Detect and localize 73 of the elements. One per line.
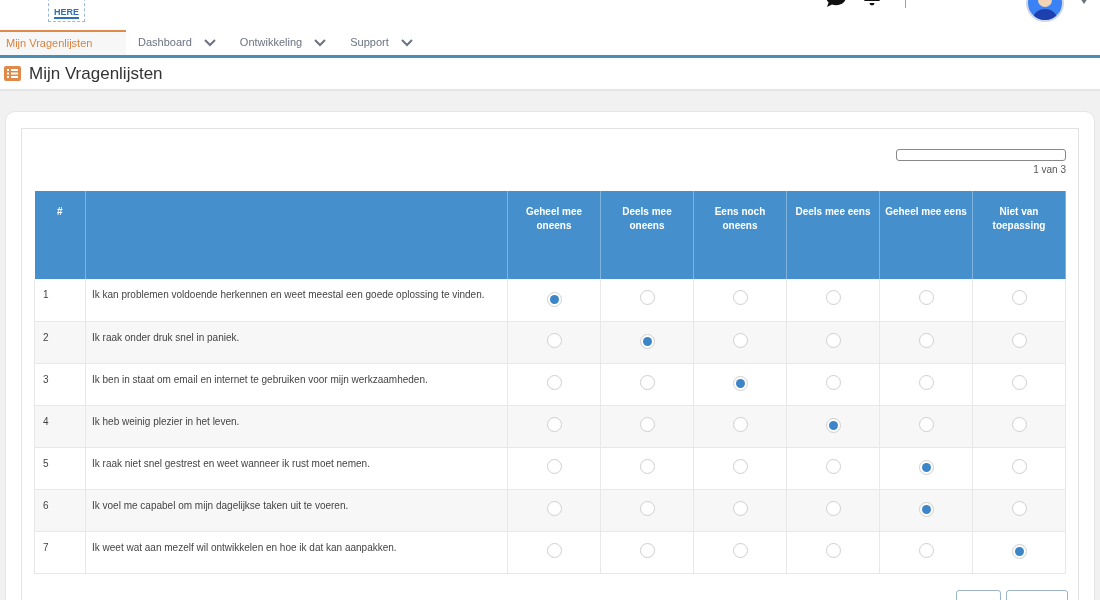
radio-button[interactable] bbox=[546, 291, 562, 307]
radio-button[interactable] bbox=[546, 500, 562, 516]
radio-button[interactable] bbox=[639, 416, 655, 432]
nav-tab[interactable]: Support bbox=[344, 30, 419, 55]
nav-tab[interactable]: Ontwikkeling bbox=[233, 30, 333, 55]
column-header: Deels mee oneens bbox=[622, 206, 672, 231]
radio-button[interactable] bbox=[1011, 416, 1027, 432]
radio-button[interactable] bbox=[1011, 290, 1027, 306]
radio-button[interactable] bbox=[918, 290, 934, 306]
radio-button[interactable] bbox=[639, 458, 655, 474]
row-number: 5 bbox=[43, 457, 49, 469]
radio-button[interactable] bbox=[546, 374, 562, 390]
radio-button[interactable] bbox=[918, 502, 934, 517]
radio-button[interactable] bbox=[825, 500, 841, 516]
radio-button[interactable] bbox=[918, 542, 934, 558]
radio-button[interactable] bbox=[732, 500, 748, 516]
question-text: Ik kan problemen voldoende herkennen en weet meestal een goede oplossing te vinden. bbox=[92, 289, 485, 300]
radio-button[interactable] bbox=[1011, 374, 1027, 390]
radio-button[interactable] bbox=[918, 460, 934, 475]
row-number: 7 bbox=[43, 541, 49, 553]
radio-button[interactable] bbox=[825, 332, 841, 348]
question-text: Ik heb weinig plezier in het leven. bbox=[92, 415, 240, 427]
row-number: 1 bbox=[43, 289, 49, 300]
chevron-down-icon bbox=[203, 38, 216, 47]
radio-button[interactable] bbox=[825, 418, 841, 433]
radio-button[interactable] bbox=[732, 416, 748, 432]
column-header: Geheel mee oneens bbox=[525, 206, 583, 231]
radio-button[interactable] bbox=[546, 332, 562, 348]
radio-button[interactable] bbox=[732, 376, 748, 391]
question-text: Ik raak niet snel gestrest en weet wanneer ik rust moet nemen. bbox=[92, 457, 370, 469]
page-title: Mijn Vragenlijsten bbox=[29, 62, 163, 85]
nav-tab[interactable]: Mijn Vragenlijsten bbox=[0, 30, 126, 55]
radio-button[interactable] bbox=[1011, 500, 1027, 516]
radio-button[interactable] bbox=[639, 500, 655, 516]
radio-button[interactable] bbox=[639, 542, 655, 558]
radio-button[interactable] bbox=[732, 332, 748, 348]
radio-button[interactable] bbox=[825, 290, 841, 306]
radio-button[interactable] bbox=[639, 374, 655, 390]
chevron-down-icon bbox=[314, 38, 327, 47]
radio-button[interactable] bbox=[546, 542, 562, 558]
radio-button[interactable] bbox=[918, 416, 934, 432]
radio-button[interactable] bbox=[546, 458, 562, 474]
question-text: Ik ben in staat om email en internet te gebruiken voor mijn werkzaamheden. bbox=[92, 373, 428, 385]
column-header: Niet van toepassing bbox=[992, 206, 1046, 231]
list-icon bbox=[4, 66, 21, 81]
column-header: # bbox=[56, 206, 63, 217]
radio-button[interactable] bbox=[1011, 332, 1027, 348]
radio-button[interactable] bbox=[825, 458, 841, 474]
radio-button[interactable] bbox=[732, 290, 748, 306]
question-text: Ik weet wat aan mezelf wil ontwikkelen en hoe ik dat kan aanpakken. bbox=[92, 541, 397, 553]
row-number: 4 bbox=[43, 415, 49, 427]
radio-button[interactable] bbox=[1011, 458, 1027, 474]
row-number: 2 bbox=[43, 331, 49, 343]
progress-label: 1 van 3 bbox=[1033, 163, 1066, 177]
radio-button[interactable] bbox=[825, 374, 841, 390]
column-header: Geheel mee eens bbox=[885, 206, 967, 217]
radio-button[interactable] bbox=[546, 416, 562, 432]
row-number: 3 bbox=[43, 373, 49, 385]
radio-button[interactable] bbox=[639, 334, 655, 349]
radio-button[interactable] bbox=[825, 542, 841, 558]
radio-button[interactable] bbox=[918, 374, 934, 390]
nav-tab[interactable]: Dashboard bbox=[132, 30, 222, 55]
column-header: Deels mee eens bbox=[795, 206, 871, 217]
chevron-down-icon bbox=[400, 38, 413, 47]
column-header: Eens noch oneens bbox=[714, 206, 766, 231]
row-number: 6 bbox=[43, 499, 49, 511]
radio-button[interactable] bbox=[1011, 544, 1027, 559]
radio-button[interactable] bbox=[732, 458, 748, 474]
question-text: Ik voel me capabel om mijn dagelijkse taken uit te voeren. bbox=[92, 499, 349, 511]
radio-button[interactable] bbox=[732, 542, 748, 558]
question-text: Ik raak onder druk snel in paniek. bbox=[92, 331, 240, 343]
radio-button[interactable] bbox=[639, 290, 655, 306]
radio-button[interactable] bbox=[918, 332, 934, 348]
